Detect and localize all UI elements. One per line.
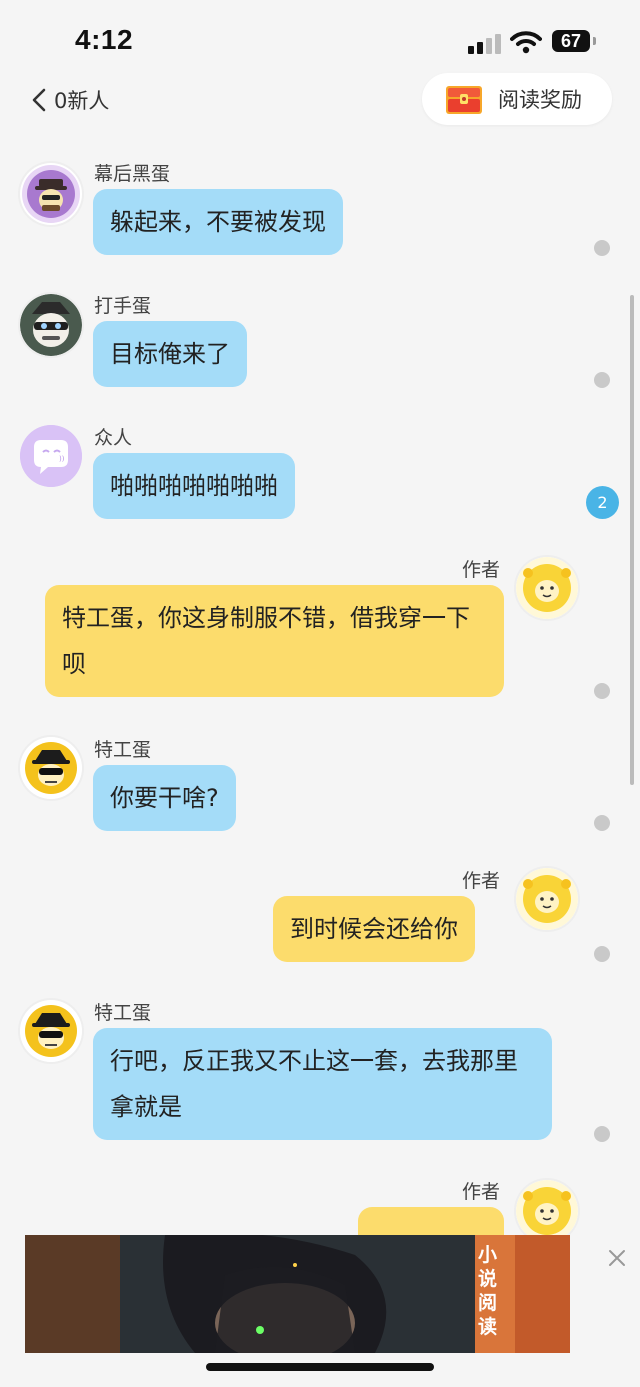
chat-list[interactable]: 幕后黑蛋 躲起来，不要被发现 打手蛋 目标俺来了 )) 众人 啪啪啪啪啪啪啪 2: [0, 140, 640, 1235]
comment-dot[interactable]: [594, 683, 610, 699]
battery-icon: 67: [552, 30, 590, 52]
avatar-author[interactable]: [516, 868, 578, 930]
agent-egg-avatar-icon: [20, 737, 82, 799]
nav-bar: 0新人 阅读奖励: [0, 70, 640, 130]
avatar-crowd[interactable]: )): [20, 425, 82, 487]
speaker-name: 作者: [462, 870, 501, 892]
ad-label: 小说阅读: [478, 1244, 498, 1338]
thug-egg-avatar-icon: [20, 294, 82, 356]
speaker-name: 众人: [94, 427, 133, 449]
avatar-agent-egg[interactable]: [20, 1000, 82, 1062]
speaker-name: 特工蛋: [94, 1002, 152, 1024]
close-icon[interactable]: [604, 1245, 630, 1271]
author-egg-avatar-icon: [516, 1180, 578, 1235]
comment-dot[interactable]: [594, 815, 610, 831]
treasure-chest-icon: [446, 86, 482, 114]
author-egg-avatar-icon: [516, 868, 578, 930]
comment-dot[interactable]: [594, 946, 610, 962]
message-bubble[interactable]: 行吧，反正我又不止这一套，去我那里拿就是: [93, 1028, 552, 1140]
speaker-name: 作者: [462, 559, 501, 581]
comment-dot[interactable]: [594, 372, 610, 388]
speaker-name: 幕后黑蛋: [94, 163, 171, 185]
reading-reward-label: 阅读奖励: [498, 88, 582, 112]
svg-text:)): )): [59, 455, 65, 463]
status-bar: 4:12 67: [0, 0, 640, 80]
author-egg-avatar-icon: [516, 557, 578, 619]
avatar-mastermind-egg[interactable]: [20, 163, 82, 225]
signal-icon: [468, 34, 502, 54]
scrollbar[interactable]: [630, 295, 634, 785]
message-bubble[interactable]: 你要干啥?: [93, 765, 236, 831]
message-bubble[interactable]: 啪啪啪啪啪啪啪: [93, 453, 295, 519]
mastermind-egg-avatar-icon: [22, 165, 80, 223]
message-bubble[interactable]: 目标俺来了: [93, 321, 247, 387]
comment-dot[interactable]: [594, 1126, 610, 1142]
avatar-author[interactable]: [516, 1180, 578, 1235]
wifi-icon: [510, 31, 542, 54]
message-bubble[interactable]: 特工蛋，你这身制服不错，借我穿一下呗: [45, 585, 504, 697]
avatar-agent-egg[interactable]: [20, 737, 82, 799]
message-bubble[interactable]: 躲起来，不要被发现: [93, 189, 343, 255]
back-label: 0新人: [54, 89, 110, 113]
speaker-name: 打手蛋: [94, 295, 152, 317]
battery-cap: [593, 37, 596, 45]
speaker-name: 作者: [462, 1181, 501, 1203]
reading-reward-button[interactable]: 阅读奖励: [422, 73, 612, 125]
message-bubble[interactable]: 到时候会还给你: [273, 896, 475, 962]
agent-egg-avatar-icon: [20, 1000, 82, 1062]
avatar-thug-egg[interactable]: [20, 294, 82, 356]
comment-count-badge[interactable]: 2: [586, 486, 619, 519]
home-indicator[interactable]: [206, 1363, 434, 1371]
back-button[interactable]: 0新人: [30, 82, 109, 118]
chat-bubble-icon: )): [20, 425, 82, 487]
message-bubble[interactable]: [358, 1207, 504, 1235]
status-time: 4:12: [75, 24, 134, 55]
speaker-name: 特工蛋: [94, 739, 152, 761]
chevron-left-icon: [32, 88, 46, 112]
comment-dot[interactable]: [594, 240, 610, 256]
avatar-author[interactable]: [516, 557, 578, 619]
